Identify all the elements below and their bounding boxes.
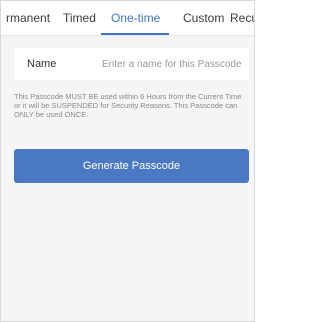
tab-bar: rmanent Timed One-time Custom Recurrin [1,1,254,36]
tab-one-time[interactable]: One-time [111,11,160,25]
name-label: Name [27,58,57,70]
active-tab-indicator [101,33,169,35]
tab-permanent[interactable]: rmanent [6,11,50,25]
name-field-row: Name [14,48,250,80]
tab-custom[interactable]: Custom [183,11,224,25]
generate-passcode-button[interactable]: Generate Passcode [14,149,249,183]
passcode-name-input[interactable] [94,53,250,75]
passcode-panel: rmanent Timed One-time Custom Recurrin N… [0,0,255,322]
passcode-usage-notice: This Passcode MUST BE used within 6 Hour… [14,92,242,119]
tab-timed[interactable]: Timed [63,11,96,25]
tab-recurring[interactable]: Recurrin [230,11,254,25]
